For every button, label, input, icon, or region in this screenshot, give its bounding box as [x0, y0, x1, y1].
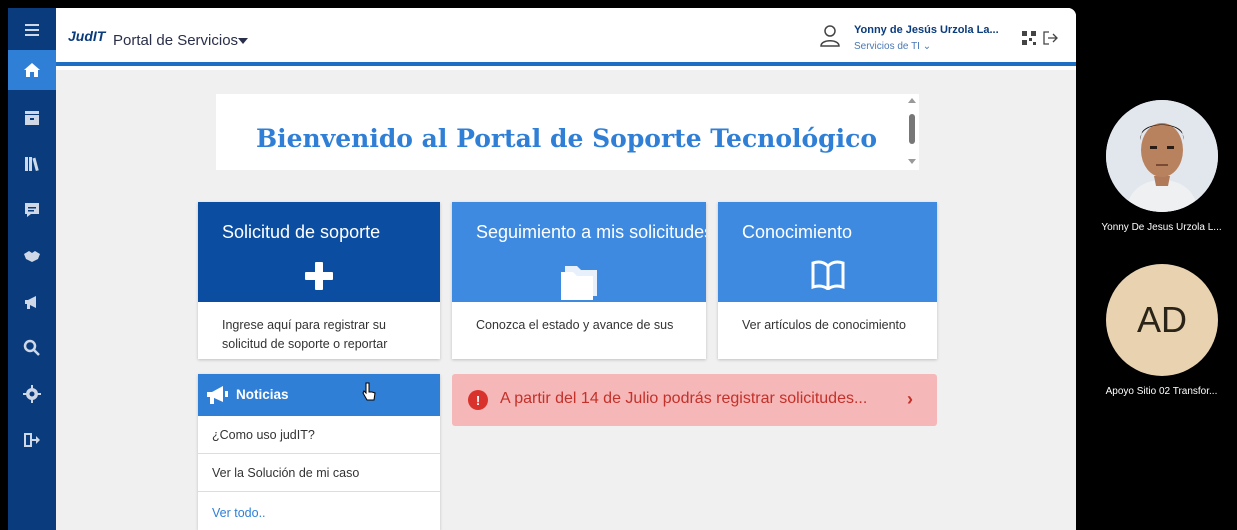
card-title: Solicitud de soporte	[222, 222, 381, 242]
card-header: Conocimiento	[718, 202, 937, 302]
welcome-banner: Bienvenido al Portal de Soporte Tecnológ…	[216, 94, 919, 170]
qr-code-icon[interactable]	[1022, 31, 1036, 45]
card-seguimiento[interactable]: Seguimiento a mis solicitudes Conozca el…	[452, 202, 706, 359]
logout-icon[interactable]	[8, 420, 56, 460]
card-conocimiento[interactable]: Conocimiento Ver artículos de conocimien…	[718, 202, 937, 359]
alert-text: A partir del 14 de Julio podrás registra…	[500, 390, 868, 407]
sidebar	[8, 8, 56, 530]
gear-icon[interactable]	[8, 374, 56, 414]
alert-icon: !	[468, 390, 488, 410]
plus-icon	[305, 262, 333, 290]
card-solicitud-soporte[interactable]: Solicitud de soporte Ingrese aquí para r…	[198, 202, 440, 359]
news-item[interactable]: ¿Como uso judIT?	[198, 416, 440, 454]
participant-photo[interactable]	[1106, 100, 1218, 212]
card-description: Conozca el estado y avance de sus	[476, 318, 674, 332]
card-title: Conocimiento	[742, 222, 853, 242]
scroll-down-icon[interactable]	[908, 159, 916, 164]
inbox-icon[interactable]	[8, 98, 56, 138]
participants-panel: Yonny De Jesus Urzola L... AD Apoyo Siti…	[1086, 0, 1237, 530]
card-header: Seguimiento a mis solicitudes	[452, 202, 706, 302]
portal-name[interactable]: Portal de Servicios	[113, 32, 238, 49]
news-panel: Noticias ¿Como uso judIT? Ver la Solució…	[198, 374, 440, 530]
user-name[interactable]: Yonny de Jesús Urzola La...	[854, 24, 999, 36]
folder-icon	[561, 266, 597, 300]
pointer-cursor-icon	[362, 382, 376, 401]
scroll-up-icon[interactable]	[908, 98, 916, 103]
welcome-title: Bienvenido al Portal de Soporte Tecnológ…	[256, 124, 878, 153]
see-all-link[interactable]: Ver todo..	[198, 492, 440, 530]
news-header: Noticias	[198, 374, 440, 416]
megaphone-icon	[207, 386, 228, 404]
news-title: Noticias	[236, 387, 289, 402]
meeting-window: JudIT Portal de Servicios Yonny de Jesús…	[0, 0, 1237, 530]
book-icon	[811, 260, 844, 290]
card-header: Solicitud de soporte	[198, 202, 440, 302]
chevron-right-icon[interactable]: ›	[907, 389, 913, 410]
banner-scrollbar[interactable]	[905, 94, 919, 170]
user-department[interactable]: Servicios de TI ⌄	[854, 41, 931, 52]
participant-name: Apoyo Sitio 02 Transfor...	[1105, 386, 1218, 397]
participant-avatar-initials[interactable]: AD	[1106, 264, 1218, 376]
user-icon[interactable]	[819, 24, 841, 48]
news-item[interactable]: Ver la Solución de mi caso	[198, 454, 440, 492]
card-title: Seguimiento a mis solicitudes	[476, 222, 706, 242]
card-description: Ver artículos de conocimiento	[742, 318, 906, 332]
sign-out-icon[interactable]	[1043, 31, 1059, 45]
scroll-thumb[interactable]	[909, 114, 915, 144]
judit-logo[interactable]: JudIT	[68, 28, 105, 44]
chat-icon[interactable]	[8, 190, 56, 230]
chevron-down-icon[interactable]	[238, 38, 248, 44]
alert-banner[interactable]: ! A partir del 14 de Julio podrás regist…	[452, 374, 937, 426]
card-description: Ingrese aquí para registrar su solicitud…	[222, 318, 388, 351]
portal-window: JudIT Portal de Servicios Yonny de Jesús…	[56, 8, 1076, 530]
library-icon[interactable]	[8, 144, 56, 184]
home-icon[interactable]	[8, 50, 56, 90]
content-area: Bienvenido al Portal de Soporte Tecnológ…	[56, 70, 1076, 530]
participant-name: Yonny De Jesus Urzola L...	[1101, 222, 1222, 233]
megaphone-icon[interactable]	[8, 282, 56, 322]
menu-icon[interactable]	[8, 10, 56, 50]
handshake-icon[interactable]	[8, 236, 56, 276]
search-icon[interactable]	[8, 328, 56, 368]
top-bar: JudIT Portal de Servicios Yonny de Jesús…	[56, 8, 1076, 66]
